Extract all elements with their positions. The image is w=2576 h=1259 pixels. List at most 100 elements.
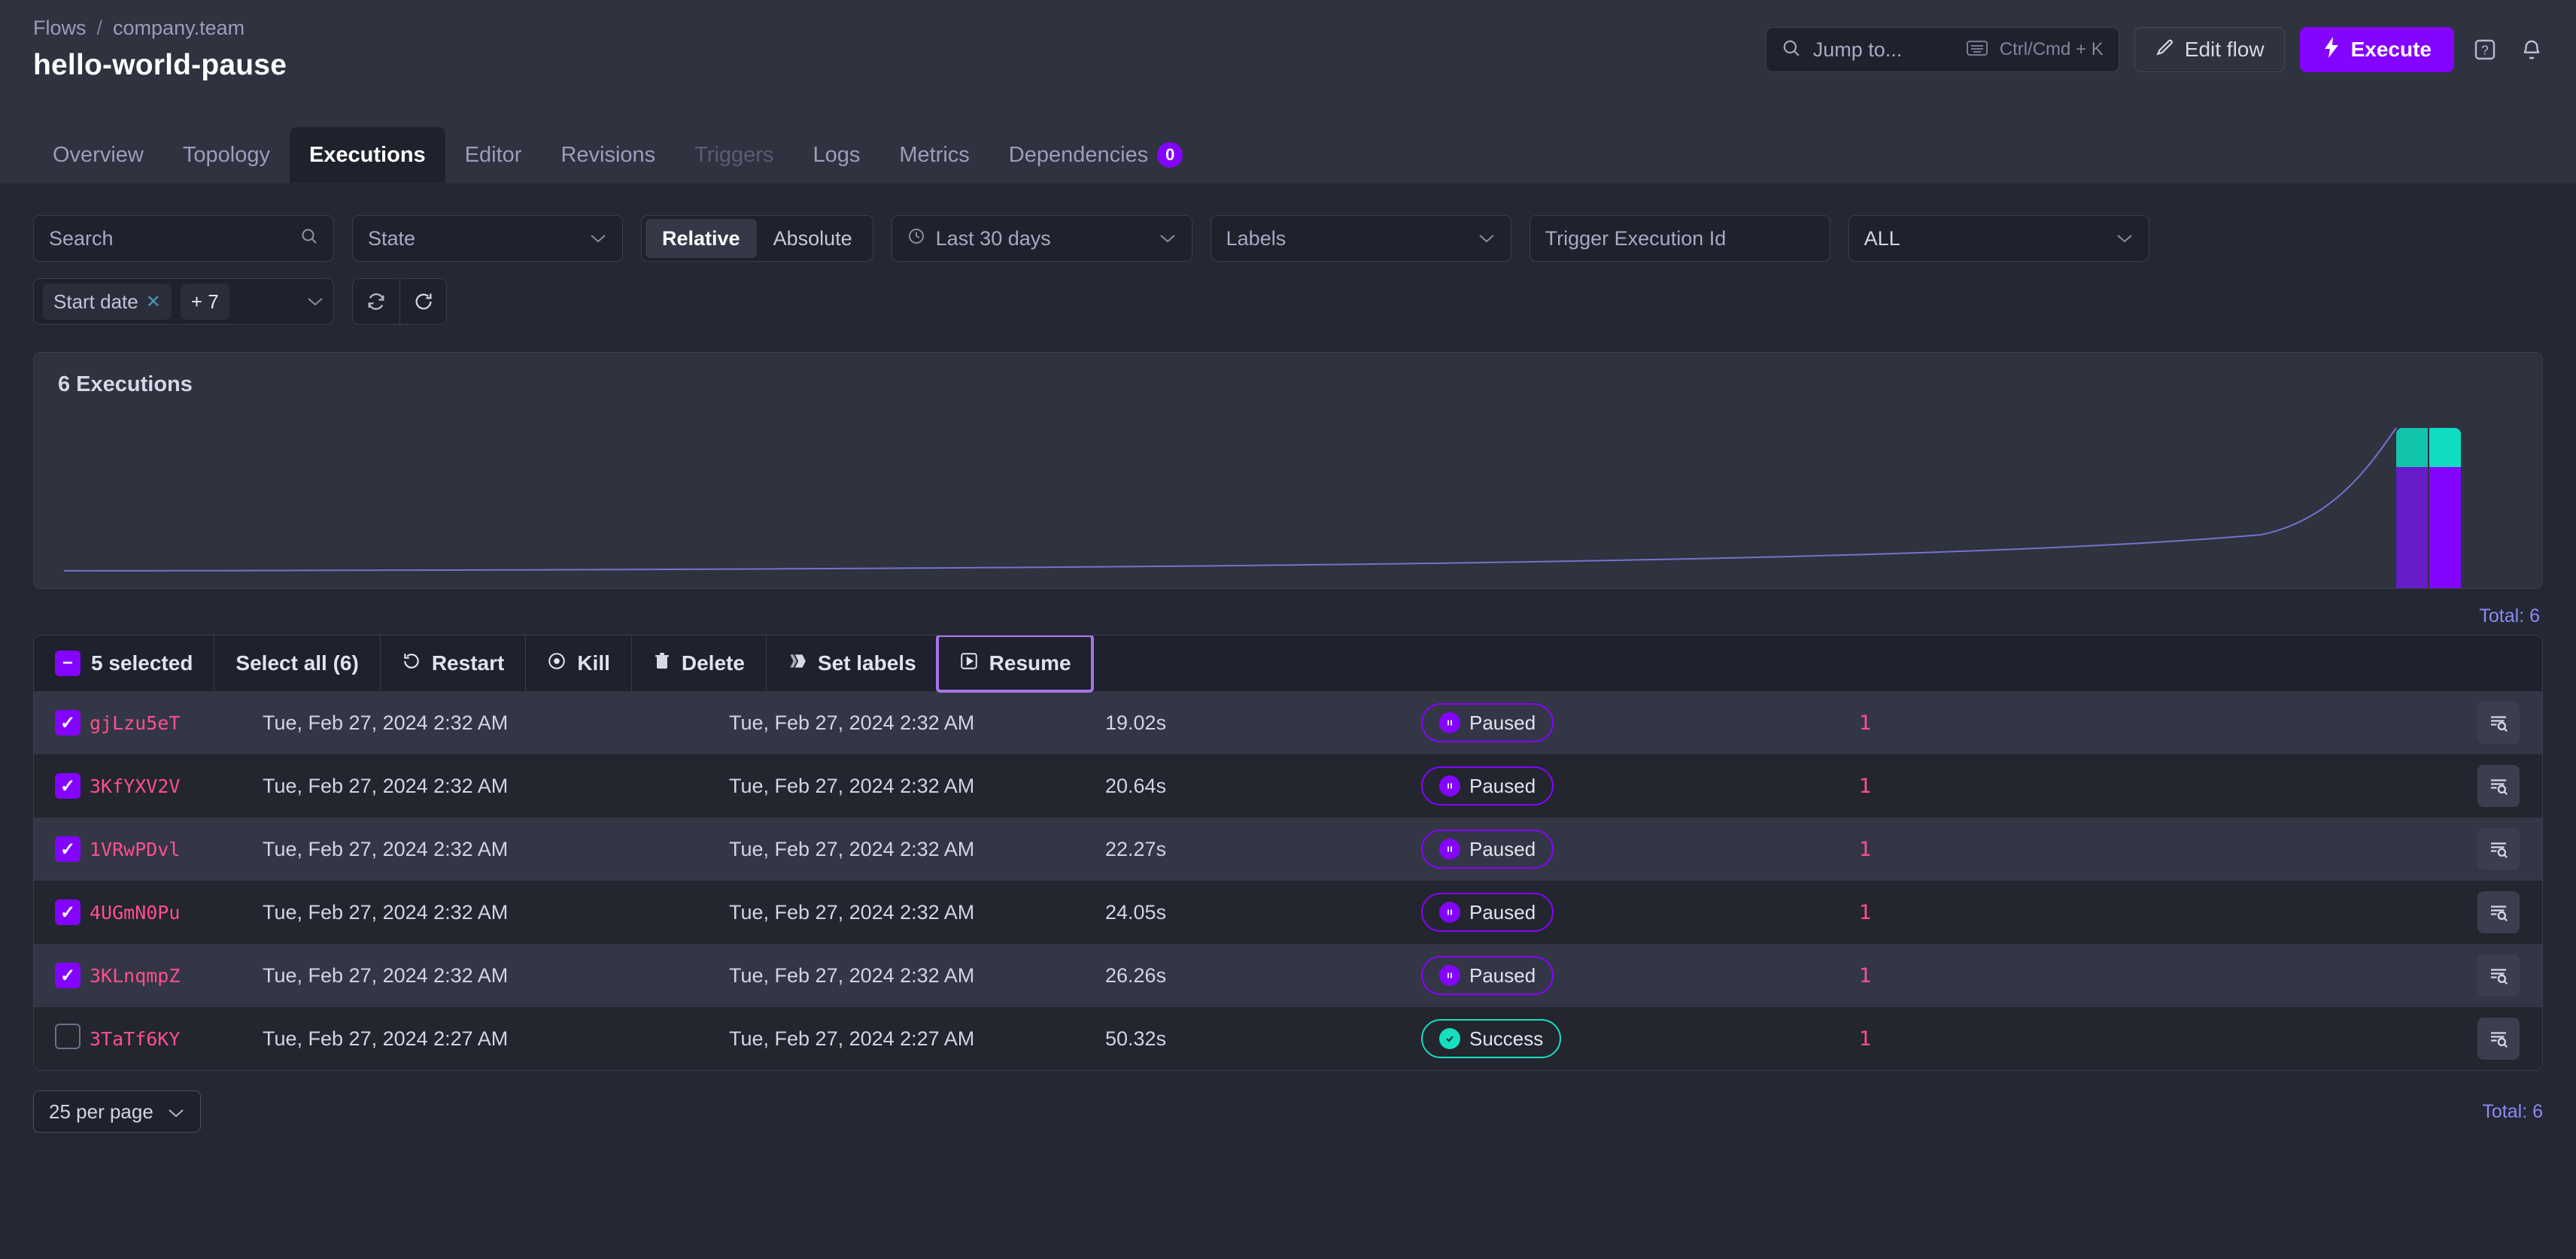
row-actions-cell[interactable]: [1993, 691, 2542, 754]
lightning-icon: [2322, 37, 2341, 63]
relative-absolute-toggle[interactable]: Relative Absolute: [641, 215, 873, 262]
select-all-button[interactable]: Select all (6): [214, 636, 379, 691]
row-checkbox[interactable]: [55, 1024, 80, 1049]
execution-id-link[interactable]: 3KfYXV2V: [90, 775, 180, 797]
tab-dependencies-label: Dependencies: [1009, 143, 1148, 168]
row-checkbox-cell[interactable]: ✓: [34, 754, 90, 818]
table-row[interactable]: ✓ 3KLnqmpZ Tue, Feb 27, 2024 2:32 AM Tue…: [34, 944, 2542, 1007]
row-task-count-value[interactable]: 1: [1859, 711, 1871, 735]
trigger-execution-id-input[interactable]: Trigger Execution Id: [1530, 215, 1830, 262]
auto-refresh-icon[interactable]: [353, 279, 399, 324]
row-id-cell[interactable]: 3KLnqmpZ: [90, 944, 263, 1007]
table-footer: 25 per page Total: 6: [33, 1071, 2543, 1133]
row-duration: 22.27s: [1105, 818, 1421, 881]
close-icon[interactable]: ✕: [146, 291, 161, 313]
row-id-cell[interactable]: 3TaTf6KY: [90, 1007, 263, 1070]
breadcrumb-namespace[interactable]: company.team: [113, 17, 245, 40]
execution-id-link[interactable]: gjLzu5eT: [90, 712, 180, 734]
row-task-count[interactable]: 1: [1737, 818, 1993, 881]
row-task-count-value[interactable]: 1: [1859, 1027, 1871, 1051]
per-page-select[interactable]: 25 per page: [33, 1091, 201, 1133]
show-logs-icon[interactable]: [2477, 765, 2520, 807]
table-row[interactable]: ✓ 4UGmN0Pu Tue, Feb 27, 2024 2:32 AM Tue…: [34, 881, 2542, 944]
row-task-count-value[interactable]: 1: [1859, 901, 1871, 924]
row-id-cell[interactable]: 1VRwPDvl: [90, 818, 263, 881]
scope-filter-select[interactable]: ALL: [1848, 215, 2149, 262]
row-id-cell[interactable]: gjLzu5eT: [90, 691, 263, 754]
row-task-count[interactable]: 1: [1737, 691, 1993, 754]
row-actions-cell[interactable]: [1993, 1007, 2542, 1070]
row-task-count[interactable]: 1: [1737, 944, 1993, 1007]
segment-relative[interactable]: Relative: [646, 219, 757, 258]
tab-editor[interactable]: Editor: [445, 127, 542, 183]
row-task-count[interactable]: 1: [1737, 754, 1993, 818]
offset-chip[interactable]: + 7: [181, 284, 229, 320]
show-logs-icon[interactable]: [2477, 891, 2520, 933]
breadcrumb-root[interactable]: Flows: [33, 17, 87, 40]
set-labels-button[interactable]: Set labels: [766, 636, 937, 691]
tab-logs[interactable]: Logs: [793, 127, 879, 183]
row-actions-cell[interactable]: [1993, 818, 2542, 881]
time-range-select[interactable]: Last 30 days: [892, 215, 1192, 262]
row-checkbox-cell[interactable]: ✓: [34, 944, 90, 1007]
tab-topology[interactable]: Topology: [163, 127, 290, 183]
show-logs-icon[interactable]: [2477, 828, 2520, 870]
state-filter-select[interactable]: State: [352, 215, 623, 262]
execution-id-link[interactable]: 3KLnqmpZ: [90, 965, 180, 987]
resume-button[interactable]: Resume: [937, 636, 1092, 691]
row-checkbox[interactable]: ✓: [55, 963, 80, 988]
tab-metrics[interactable]: Metrics: [879, 127, 989, 183]
delete-button[interactable]: Delete: [631, 636, 766, 691]
select-all-checkbox[interactable]: −: [55, 651, 80, 676]
row-checkbox[interactable]: ✓: [55, 836, 80, 862]
executions-chart[interactable]: [34, 422, 2542, 588]
row-task-count-value[interactable]: 1: [1859, 838, 1871, 861]
row-actions-cell[interactable]: [1993, 881, 2542, 944]
execute-button[interactable]: Execute: [2300, 27, 2454, 72]
select-all-label: Select all (6): [235, 651, 358, 675]
show-logs-icon[interactable]: [2477, 1018, 2520, 1060]
row-checkbox-cell[interactable]: ✓: [34, 818, 90, 881]
refresh-icon[interactable]: [399, 279, 446, 324]
segment-absolute[interactable]: Absolute: [757, 219, 869, 258]
row-task-count[interactable]: 1: [1737, 1007, 1993, 1070]
row-duration: 24.05s: [1105, 881, 1421, 944]
row-checkbox-cell[interactable]: ✓: [34, 881, 90, 944]
show-logs-icon[interactable]: [2477, 702, 2520, 744]
notification-bell-icon[interactable]: [2516, 34, 2547, 65]
row-task-count[interactable]: 1: [1737, 881, 1993, 944]
start-date-chip[interactable]: Start date ✕: [43, 284, 172, 320]
jump-to-search[interactable]: Jump to... Ctrl/Cmd + K: [1766, 27, 2119, 72]
row-id-cell[interactable]: 4UGmN0Pu: [90, 881, 263, 944]
kill-button[interactable]: Kill: [525, 636, 631, 691]
table-row[interactable]: 3TaTf6KY Tue, Feb 27, 2024 2:27 AM Tue, …: [34, 1007, 2542, 1070]
row-checkbox[interactable]: ✓: [55, 773, 80, 799]
execution-id-link[interactable]: 4UGmN0Pu: [90, 902, 180, 924]
row-checkbox[interactable]: ✓: [55, 710, 80, 736]
tab-dependencies[interactable]: Dependencies 0: [989, 127, 1202, 183]
execution-id-link[interactable]: 1VRwPDvl: [90, 839, 180, 860]
labels-filter-select[interactable]: Labels: [1211, 215, 1511, 262]
tab-overview[interactable]: Overview: [33, 127, 163, 183]
row-actions-cell[interactable]: [1993, 944, 2542, 1007]
execution-id-link[interactable]: 3TaTf6KY: [90, 1028, 180, 1050]
tab-executions[interactable]: Executions: [290, 127, 445, 183]
row-id-cell[interactable]: 3KfYXV2V: [90, 754, 263, 818]
start-date-filter[interactable]: Start date ✕ + 7: [33, 278, 334, 325]
row-checkbox[interactable]: ✓: [55, 900, 80, 925]
table-row[interactable]: ✓ gjLzu5eT Tue, Feb 27, 2024 2:32 AM Tue…: [34, 691, 2542, 754]
tab-revisions[interactable]: Revisions: [541, 127, 675, 183]
row-task-count-value[interactable]: 1: [1859, 964, 1871, 987]
table-row[interactable]: ✓ 1VRwPDvl Tue, Feb 27, 2024 2:32 AM Tue…: [34, 818, 2542, 881]
row-checkbox-cell[interactable]: ✓: [34, 691, 90, 754]
table-row[interactable]: ✓ 3KfYXV2V Tue, Feb 27, 2024 2:32 AM Tue…: [34, 754, 2542, 818]
row-task-count-value[interactable]: 1: [1859, 775, 1871, 798]
row-actions-cell[interactable]: [1993, 754, 2542, 818]
row-checkbox-cell[interactable]: [34, 1007, 90, 1070]
search-input[interactable]: Search: [33, 215, 334, 262]
check-icon: [1439, 1028, 1460, 1049]
edit-flow-button[interactable]: Edit flow: [2134, 27, 2285, 72]
show-logs-icon[interactable]: [2477, 954, 2520, 997]
question-mark-icon[interactable]: ?: [2469, 34, 2501, 65]
restart-button[interactable]: Restart: [380, 636, 525, 691]
